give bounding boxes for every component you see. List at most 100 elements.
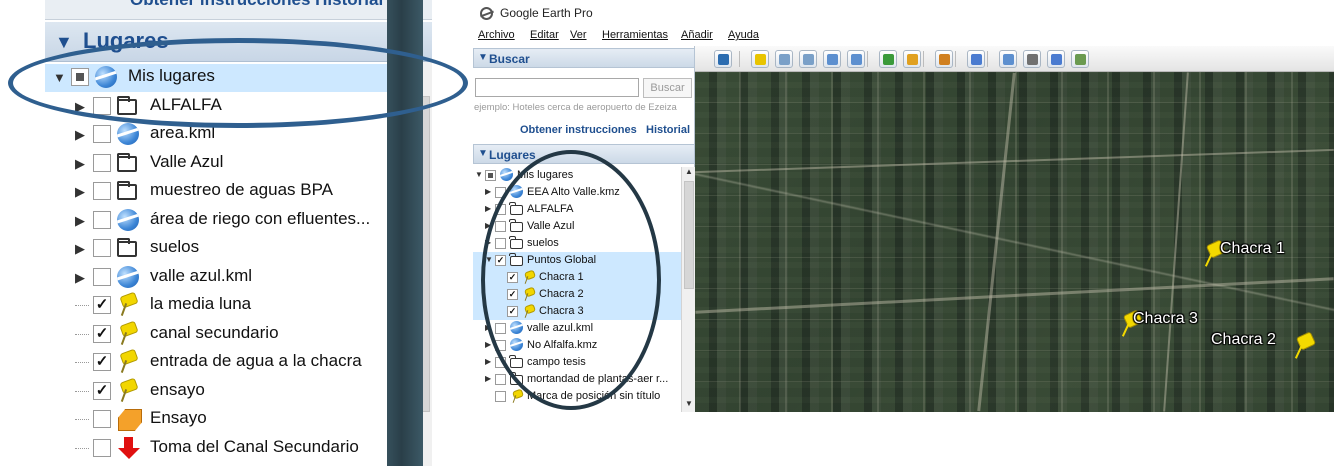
visibility-checkbox[interactable] bbox=[93, 153, 111, 172]
sunlight-icon[interactable] bbox=[903, 50, 921, 68]
zoomed-tree-item[interactable]: Ensayo bbox=[45, 406, 402, 434]
expanded-triangle-icon[interactable]: ▼ bbox=[475, 170, 483, 179]
globe-icon bbox=[500, 168, 513, 181]
visibility-checkbox[interactable] bbox=[495, 391, 506, 402]
collapse-triangle-icon[interactable]: ▼ bbox=[55, 32, 73, 53]
history-link[interactable]: Historial bbox=[646, 124, 690, 136]
visibility-checkbox[interactable] bbox=[93, 210, 111, 229]
zoomed-tree-item[interactable]: ✓ la media luna bbox=[45, 292, 402, 320]
expand-arrow-icon[interactable]: ▶ bbox=[485, 340, 491, 349]
tree-connector bbox=[75, 419, 89, 420]
visibility-checkbox[interactable] bbox=[93, 410, 111, 428]
visibility-checkbox[interactable]: ✓ bbox=[93, 324, 111, 343]
pushpin-icon bbox=[117, 351, 141, 373]
menu-ayuda[interactable]: Ayuda bbox=[728, 29, 759, 41]
menu-editar[interactable]: Editar bbox=[530, 29, 559, 41]
expand-arrow-icon[interactable]: ▶ bbox=[75, 156, 85, 172]
toolbar bbox=[695, 46, 1334, 72]
scroll-thumb[interactable] bbox=[684, 181, 694, 289]
chacra-3-label[interactable]: Chacra 3 bbox=[1133, 310, 1198, 328]
view-in-maps-icon[interactable] bbox=[1071, 50, 1089, 68]
collapse-triangle-icon[interactable]: ▼ bbox=[478, 148, 488, 159]
zoomed-tree-item[interactable]: ▶ Valle Azul bbox=[45, 150, 402, 178]
google-earth-logo-icon bbox=[480, 7, 493, 20]
globe-icon bbox=[117, 208, 139, 231]
visibility-checkbox[interactable]: ✓ bbox=[93, 381, 111, 400]
expand-arrow-icon[interactable]: ▶ bbox=[485, 187, 491, 196]
visibility-checkbox[interactable] bbox=[93, 182, 111, 200]
zoomed-tree-item[interactable]: ✓ ensayo bbox=[45, 378, 402, 406]
zoomed-tree-item[interactable]: ▶ suelos bbox=[45, 235, 402, 263]
switch-planet-icon[interactable] bbox=[935, 50, 953, 68]
zoomed-tree-item[interactable]: ▶ área de riego con efluentes... bbox=[45, 207, 402, 235]
chacra-1-label[interactable]: Chacra 1 bbox=[1220, 240, 1285, 258]
visibility-checkbox[interactable] bbox=[93, 125, 111, 143]
visibility-checkbox[interactable]: ✓ bbox=[93, 296, 111, 314]
toolbar-separator bbox=[923, 51, 924, 67]
visibility-checkbox[interactable] bbox=[93, 239, 111, 257]
record-tour-icon[interactable] bbox=[847, 50, 865, 68]
zoomed-tree-item[interactable]: ▶ muestreo de aguas BPA bbox=[45, 178, 402, 206]
visibility-checkbox[interactable] bbox=[485, 170, 496, 181]
historical-imagery-icon[interactable] bbox=[879, 50, 897, 68]
zoomed-links-bar: Obtener instrucciones Historial bbox=[45, 0, 432, 20]
menu-anadir[interactable]: Añadir bbox=[681, 29, 713, 41]
pushpin-icon bbox=[510, 390, 524, 403]
chacra-2-label[interactable]: Chacra 2 bbox=[1211, 331, 1276, 349]
places-scrollbar[interactable]: ▲ ▼ bbox=[681, 167, 695, 412]
zoomed-tree-item-label: la media luna bbox=[150, 294, 252, 313]
add-placemark-icon[interactable] bbox=[751, 50, 769, 68]
scroll-up-icon[interactable]: ▲ bbox=[685, 167, 693, 176]
visibility-checkbox[interactable] bbox=[93, 267, 111, 286]
tree-connector bbox=[75, 305, 89, 306]
visibility-checkbox[interactable] bbox=[93, 438, 111, 457]
map-view[interactable]: Chacra 1 Chacra 2 Chacra 3 bbox=[695, 72, 1334, 412]
visibility-checkbox[interactable] bbox=[495, 374, 506, 385]
map-road bbox=[695, 277, 1334, 314]
annotation-ellipse-puntos-global bbox=[481, 150, 661, 410]
add-polygon-icon[interactable] bbox=[775, 50, 793, 68]
save-image-icon[interactable] bbox=[1047, 50, 1065, 68]
get-directions-link[interactable]: Obtener instrucciones bbox=[520, 124, 637, 136]
zoomed-tree-item[interactable]: Toma del Canal Secundario bbox=[45, 435, 402, 463]
pushpin-icon bbox=[117, 323, 141, 345]
polygon-icon bbox=[117, 408, 141, 430]
zoomed-links-text: Obtener instrucciones Historial bbox=[130, 0, 383, 10]
menu-bar: Archivo Editar Ver Herramientas Añadir A… bbox=[473, 26, 1334, 46]
search-input[interactable] bbox=[475, 78, 639, 97]
zoomed-tree-item[interactable]: ✓ canal secundario bbox=[45, 321, 402, 349]
window-title: Google Earth Pro bbox=[500, 6, 593, 20]
ruler-icon[interactable] bbox=[967, 50, 985, 68]
tree-connector bbox=[75, 333, 89, 335]
visibility-checkbox[interactable]: ✓ bbox=[93, 353, 111, 371]
globe-icon bbox=[117, 123, 139, 145]
sidebar-toggle-icon[interactable] bbox=[714, 50, 732, 68]
zoomed-tree-item-label: entrada de agua a la chacra bbox=[150, 351, 362, 370]
print-icon[interactable] bbox=[1023, 50, 1041, 68]
zoomed-tree-item[interactable]: ▶ valle azul.kml bbox=[45, 264, 402, 292]
expand-arrow-icon[interactable]: ▶ bbox=[75, 127, 85, 143]
menu-ver[interactable]: Ver bbox=[570, 29, 587, 41]
expand-arrow-icon[interactable]: ▶ bbox=[75, 213, 85, 229]
expand-arrow-icon[interactable]: ▶ bbox=[75, 241, 85, 257]
zoomed-tree-item-label: valle azul.kml bbox=[150, 265, 253, 285]
search-section-header[interactable]: ▼ Buscar bbox=[473, 48, 695, 68]
menu-herramientas[interactable]: Herramientas bbox=[602, 29, 668, 41]
zoomed-tree-item-label: ensayo bbox=[150, 379, 205, 399]
chacra-2-pin-icon[interactable] bbox=[1292, 334, 1314, 360]
menu-archivo[interactable]: Archivo bbox=[478, 29, 515, 41]
expand-arrow-icon[interactable]: ▶ bbox=[75, 270, 85, 286]
search-button[interactable]: Buscar bbox=[643, 78, 692, 98]
expand-arrow-icon[interactable]: ▶ bbox=[485, 357, 491, 366]
places-section-title: Lugares bbox=[489, 148, 536, 162]
expand-arrow-icon[interactable]: ▶ bbox=[485, 374, 491, 383]
add-path-icon[interactable] bbox=[799, 50, 817, 68]
zoomed-tree-item[interactable]: ✓ entrada de agua a la chacra bbox=[45, 349, 402, 377]
add-overlay-icon[interactable] bbox=[823, 50, 841, 68]
collapse-triangle-icon[interactable]: ▼ bbox=[478, 52, 488, 63]
email-icon[interactable] bbox=[999, 50, 1017, 68]
expand-arrow-icon[interactable]: ▶ bbox=[485, 204, 491, 213]
expand-arrow-icon[interactable]: ▶ bbox=[75, 184, 85, 200]
scroll-down-icon[interactable]: ▼ bbox=[685, 399, 693, 408]
zoomed-tree-item-label: canal secundario bbox=[150, 322, 279, 342]
